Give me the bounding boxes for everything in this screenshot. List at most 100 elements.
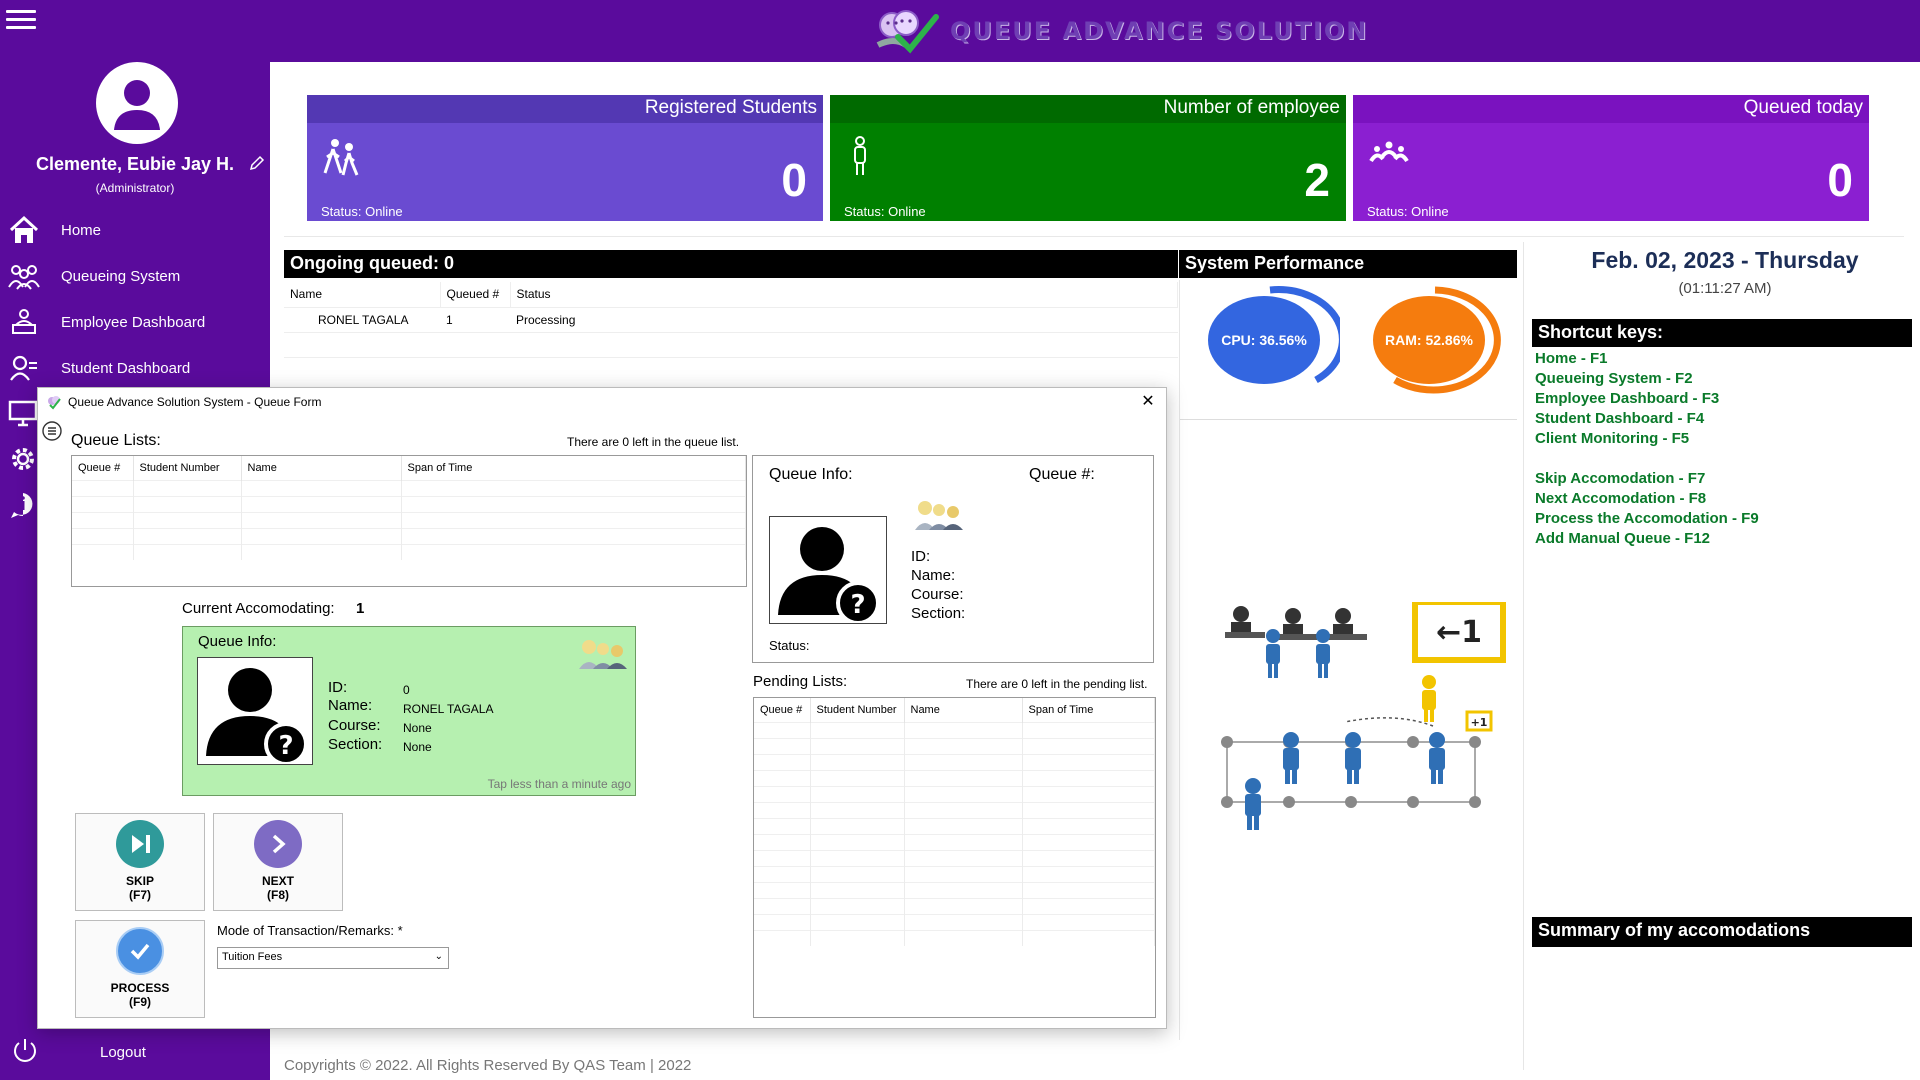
table-row (754, 817, 1155, 834)
svg-text:←1: ←1 (1436, 615, 1482, 650)
next-shortcut: (F8) (267, 888, 289, 902)
mode-of-transaction-select[interactable]: Tuition Fees ⌄ (217, 947, 449, 969)
name-label: Name: (911, 567, 956, 584)
divider (284, 236, 1904, 237)
table-row (72, 511, 746, 528)
column-header-queue-no: Queue # (754, 698, 811, 722)
id-label: ID: (911, 548, 931, 565)
shortcut-item: Home - F1 (1535, 350, 1608, 367)
sidebar-item-student-dashboard[interactable]: Student Dashboard (0, 346, 270, 390)
group-avatar-icon (915, 501, 963, 530)
registered-students-card: Registered Students 0 Status: Online (307, 95, 823, 221)
app-logo: QUEUE ADVANCE SOLUTION (870, 6, 1368, 56)
pending-list-grid[interactable]: Queue # Student Number Name Span of Time (753, 697, 1156, 1018)
table-row (754, 849, 1155, 866)
cell-status: Processing (510, 307, 1178, 333)
hamburger-menu-icon[interactable] (6, 6, 36, 32)
employee-icon (7, 305, 41, 339)
card-status: Status: Online (1367, 204, 1449, 219)
gear-icon[interactable] (8, 444, 38, 479)
next-button[interactable]: NEXT (F8) (213, 813, 343, 911)
top-bar: QUEUE ADVANCE SOLUTION (0, 0, 1920, 62)
sidebar-item-employee-dashboard[interactable]: Employee Dashboard (0, 300, 270, 344)
summary-header: Summary of my accomodations (1532, 917, 1912, 947)
edit-pencil-icon[interactable] (248, 154, 266, 172)
ram-gauge: RAM: 52.86% (1365, 284, 1505, 394)
process-button[interactable]: PROCESS (F9) (75, 920, 205, 1018)
queued-today-card: Queued today 0 Status: Online (1353, 95, 1869, 221)
card-status: Status: Online (321, 204, 403, 219)
system-performance-header: System Performance (1179, 250, 1517, 278)
column-header-queued: Queued # (440, 282, 511, 308)
divider (1180, 419, 1517, 420)
table-row (754, 737, 1155, 754)
copyright-text: Copyrights © 2022. All Rights Reserved B… (284, 1057, 692, 1074)
course-value: None (403, 721, 432, 735)
ongoing-queued-header: Ongoing queued: 0 (284, 250, 1178, 278)
tap-note: Tap less than a minute ago (487, 777, 631, 791)
divider (1179, 280, 1180, 1040)
id-label: ID: (328, 679, 348, 696)
table-row (754, 913, 1155, 930)
table-row (754, 897, 1155, 914)
home-icon (7, 213, 41, 247)
column-header-name: Name (241, 456, 402, 480)
ram-value: RAM: 52.86% (1373, 296, 1485, 384)
user-role: (Administrator) (95, 181, 175, 195)
table-row (754, 881, 1155, 898)
user-name: Clemente, Eubie Jay H. (35, 154, 235, 174)
table-row (72, 479, 746, 496)
shortcut-spacer (1535, 449, 1759, 469)
card-value: 0 (1827, 154, 1853, 206)
logo-smileys-icon (876, 10, 939, 54)
checkmark-icon (116, 927, 164, 975)
table-header-row: Name Queued # Status (284, 282, 1178, 308)
status-label: Status: (769, 638, 810, 653)
number-of-employee-card: Number of employee 2 Status: Online (830, 95, 1346, 221)
table-row[interactable]: RONEL TAGALA 1 Processing (284, 307, 1178, 333)
menu-circle-icon[interactable] (42, 421, 62, 441)
sidebar-item-home[interactable]: Home (0, 208, 270, 252)
current-accomodating-label: Current Accomodating: (182, 600, 335, 617)
photo-placeholder: ? (769, 516, 887, 624)
shortcut-item: Student Dashboard - F4 (1535, 410, 1705, 427)
logout-label: Logout (100, 1043, 146, 1061)
pending-left-note: There are 0 left in the pending list. (966, 677, 1148, 691)
mode-of-transaction-label: Mode of Transaction/Remarks: * (217, 923, 403, 938)
people-icon (7, 259, 41, 293)
logout-button[interactable]: Logout (0, 1032, 270, 1072)
person-icon (114, 80, 160, 130)
close-icon[interactable]: ✕ (1138, 392, 1158, 412)
monitor-icon[interactable] (8, 398, 38, 433)
skip-label: SKIP (125, 874, 154, 888)
column-header-span-of-time: Span of Time (1022, 698, 1155, 722)
queue-info-title: Queue Info: (769, 466, 853, 483)
cell-queued: 1 (440, 307, 510, 333)
shortcut-item: Employee Dashboard - F3 (1535, 390, 1720, 407)
group-icon (1367, 135, 1411, 179)
logo-title: QUEUE ADVANCE SOLUTION (950, 17, 1369, 45)
info-icon[interactable] (8, 490, 38, 525)
queue-left-note: There are 0 left in the queue list. (567, 435, 740, 449)
shortcut-item: Queueing System - F2 (1535, 370, 1693, 387)
skip-button[interactable]: SKIP (F7) (75, 813, 205, 911)
name-value: RONEL TAGALA (403, 702, 494, 716)
ongoing-queued-table[interactable]: Name Queued # Status RONEL TAGALA 1 Proc… (284, 282, 1178, 358)
mode-selected-value: Tuition Fees (222, 951, 283, 963)
queue-info-panel: Queue Info: Queue #: ? ID: Name: Course:… (752, 455, 1154, 663)
power-icon (10, 1035, 40, 1069)
student-icon (7, 351, 41, 385)
standing-person-icon (844, 135, 888, 179)
walking-people-icon (321, 135, 365, 179)
shortcut-list: Home - F1 Queueing System - F2 Employee … (1535, 349, 1759, 549)
user-avatar[interactable] (96, 62, 178, 144)
sidebar-item-queueing-system[interactable]: Queueing System (0, 254, 270, 298)
queue-list-grid[interactable]: Queue # Student Number Name Span of Time (71, 455, 747, 587)
dialog-title: Queue Advance Solution System - Queue Fo… (68, 395, 322, 409)
current-accomodating-number: 1 (356, 600, 365, 617)
table-row (754, 929, 1155, 946)
section-label: Section: (328, 736, 383, 753)
table-row (754, 753, 1155, 770)
column-header-span-of-time: Span of Time (401, 456, 746, 480)
column-header-queue-no: Queue # (72, 456, 134, 480)
